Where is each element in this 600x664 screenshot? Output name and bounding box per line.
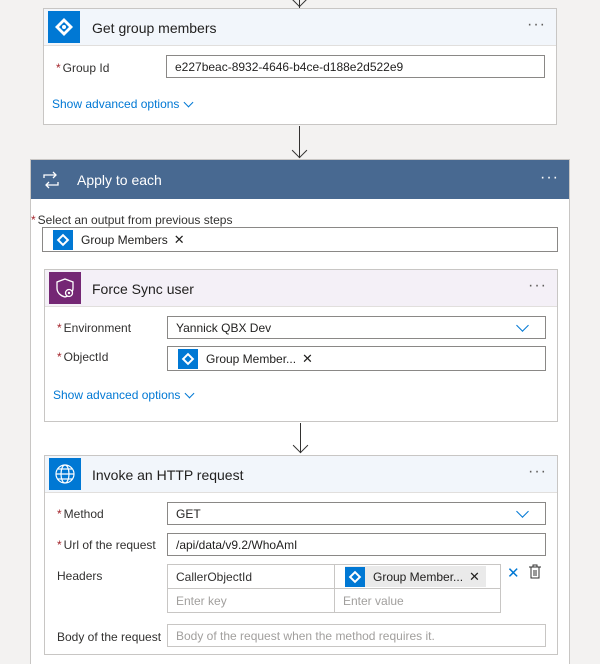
url-field[interactable]: /api/data/v9.2/WhoAmI [167,533,546,556]
headers-label: Headers [57,569,103,583]
card-header[interactable]: Force Sync user ··· [45,270,557,307]
url-label: * Url of the request [57,538,156,552]
select-output-label: * Select an output from previous steps [31,213,233,227]
delete-icon[interactable] [528,564,542,582]
environment-dropdown[interactable]: Yannick QBX Dev [167,316,546,339]
chevron-down-icon [516,319,529,332]
globe-icon [49,458,81,490]
environment-label: * Environment [57,321,132,335]
apply-to-each-container: Apply to each ··· * Select an output from… [30,159,570,664]
remove-token-icon[interactable]: ✕ [174,232,185,248]
show-advanced-options-link[interactable]: Show advanced options [52,97,194,111]
close-icon[interactable]: ✕ [507,564,520,582]
remove-token-icon[interactable]: ✕ [469,569,480,585]
card-header[interactable]: Invoke an HTTP request ··· [45,456,557,493]
group-id-label: * Group Id [56,61,110,75]
chevron-down-icon [184,388,195,398]
method-dropdown[interactable]: GET [167,502,546,525]
loop-icon [35,164,67,196]
connector-arrowhead [291,142,308,159]
more-options-button[interactable]: ··· [528,463,547,481]
group-members-token[interactable]: Group Members ✕ [53,229,191,250]
header-key-input[interactable]: Enter key [167,588,335,613]
action-card-force-sync-user: Force Sync user ··· * Environment Yannick… [44,269,558,422]
card-title: Force Sync user [92,281,194,297]
group-member-token[interactable]: Group Member... ✕ [178,348,319,369]
more-options-button[interactable]: ··· [528,277,547,295]
header-row: CallerObjectId Group Member... ✕ [167,564,501,589]
azure-ad-icon [178,348,198,369]
action-card-get-group-members: Get group members ··· * Group Id e227beac… [43,8,557,125]
chevron-down-icon [183,97,194,107]
azure-ad-icon [48,11,80,43]
card-header[interactable]: Get group members ··· [44,9,556,46]
chevron-down-icon [516,505,529,518]
loop-header[interactable]: Apply to each ··· [31,160,569,199]
objectid-label: * ObjectId [57,350,109,364]
group-member-token[interactable]: Group Member... ✕ [345,566,486,587]
headers-table: CallerObjectId Group Member... ✕ Enter k… [167,564,501,613]
header-value-field[interactable]: Group Member... ✕ [334,564,501,589]
body-label: Body of the request [57,630,162,644]
azure-ad-icon [53,229,73,250]
connector-arrowhead-top [291,0,308,8]
remove-token-icon[interactable]: ✕ [302,351,313,367]
header-row: Enter key Enter value [167,588,501,613]
more-options-button[interactable]: ··· [540,169,559,187]
show-advanced-options-link[interactable]: Show advanced options [53,388,195,402]
connector-arrowhead [292,437,309,454]
objectid-field[interactable]: Group Member... ✕ [167,346,546,371]
body-field[interactable]: Body of the request when the method requ… [167,624,546,647]
card-title: Get group members [92,20,217,36]
shield-gear-icon [49,272,81,304]
header-value-input[interactable]: Enter value [334,588,501,613]
loop-title: Apply to each [77,172,162,188]
more-options-button[interactable]: ··· [527,16,546,34]
azure-ad-icon [345,566,365,587]
header-key-field[interactable]: CallerObjectId [167,564,335,589]
action-card-invoke-http-request: Invoke an HTTP request ··· * Method GET *… [44,455,558,655]
method-label: * Method [57,507,104,521]
card-title: Invoke an HTTP request [92,467,244,483]
group-id-field[interactable]: e227beac-8932-4646-b4ce-d188e2d522e9 [166,55,545,78]
select-output-field[interactable]: Group Members ✕ [42,227,558,252]
